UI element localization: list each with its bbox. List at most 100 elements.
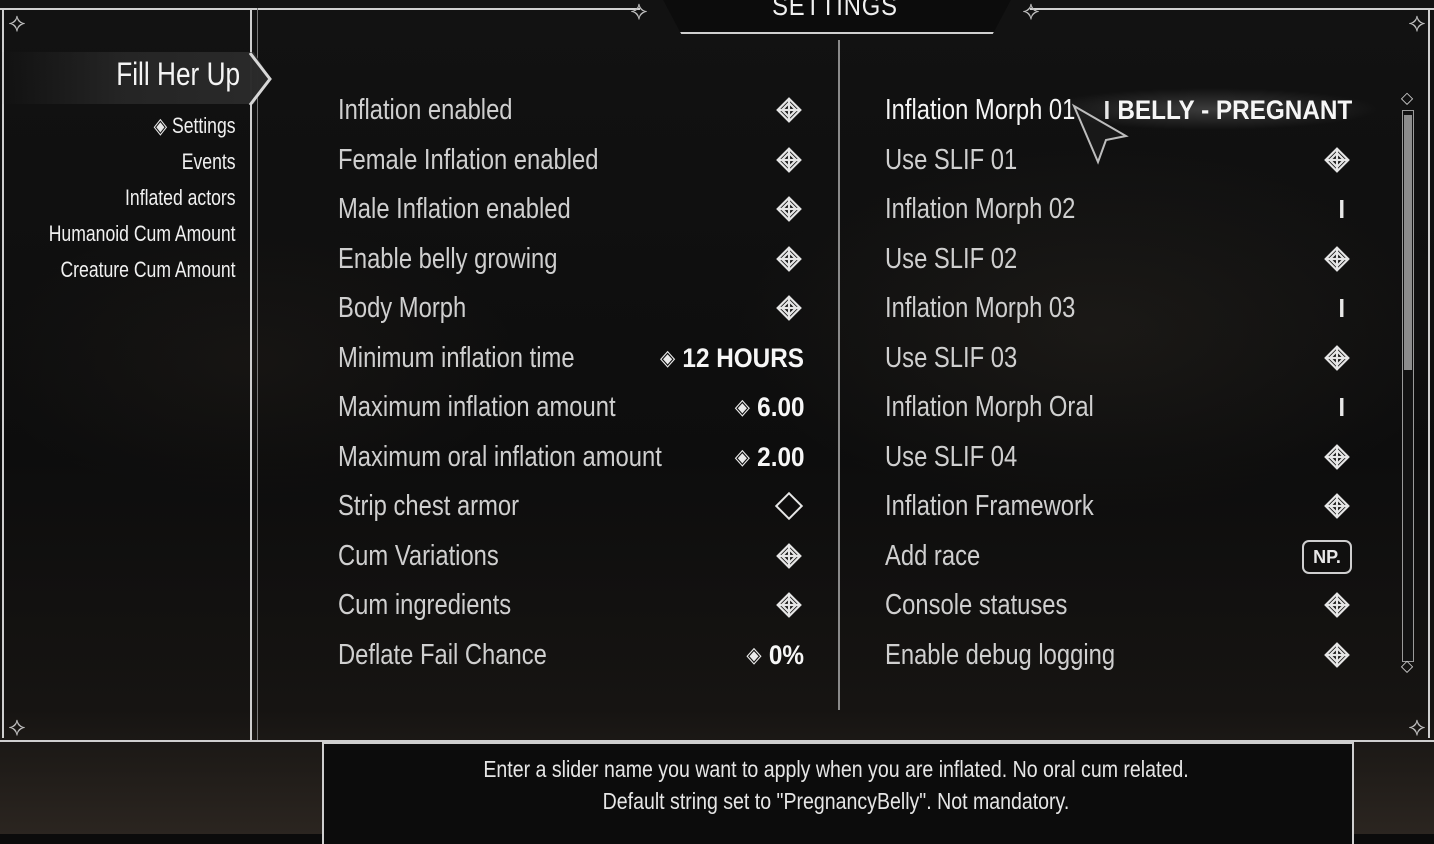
option-row[interactable]: Enable debug logging xyxy=(885,633,1352,677)
knot-checkbox-checked-icon[interactable] xyxy=(1322,590,1352,620)
option-row[interactable]: Strip chest armor xyxy=(338,484,804,528)
knot-selector-icon: ◈ xyxy=(154,113,168,138)
knot-checkbox-checked-icon[interactable] xyxy=(774,541,804,571)
column-divider xyxy=(838,40,840,710)
option-label: Female Inflation enabled xyxy=(338,143,599,176)
option-label: Maximum inflation amount xyxy=(338,391,616,423)
option-row[interactable]: Minimum inflation time ◈ 12 HOURS xyxy=(338,336,804,380)
title-ornament-right: ⟡ xyxy=(1022,0,1040,26)
frame-right xyxy=(1428,8,1430,738)
knot-checkbox-checked-icon[interactable] xyxy=(774,145,804,175)
knot-checkbox-checked-icon[interactable] xyxy=(1322,343,1352,373)
option-row[interactable]: Add race NP. xyxy=(885,534,1352,578)
page-item-label: Humanoid Cum Amount xyxy=(49,221,236,246)
slider-arrows-icon: ◈ xyxy=(734,394,750,419)
text-input-value[interactable]: I xyxy=(1338,385,1352,429)
slider-value[interactable]: ◈ 2.00 xyxy=(734,435,804,479)
knot-checkbox-checked-icon[interactable] xyxy=(774,244,804,274)
knot-checkbox-checked-icon[interactable] xyxy=(1322,145,1352,175)
option-label: Cum Variations xyxy=(338,539,499,572)
slider-value[interactable]: ◈ 12 HOURS xyxy=(660,336,804,380)
diamond-checkbox-empty-icon[interactable] xyxy=(774,491,804,521)
slider-arrows-icon: ◈ xyxy=(734,443,750,469)
page-item-label: Events xyxy=(182,149,236,174)
knot-checkbox-checked-icon[interactable] xyxy=(774,95,804,125)
option-row[interactable]: Console statuses xyxy=(885,583,1352,627)
page-item[interactable]: Events xyxy=(49,146,236,182)
option-row[interactable]: Female Inflation enabled xyxy=(338,138,804,182)
mod-title[interactable]: Fill Her Up xyxy=(116,56,240,93)
option-label: Inflation Morph Oral xyxy=(885,391,1094,423)
mouse-pointer-icon xyxy=(1071,103,1129,165)
option-row[interactable]: Enable belly growing xyxy=(338,237,804,281)
option-row[interactable]: Use SLIF 04 xyxy=(885,435,1352,479)
corner-ornament-bottom-right: ⟡ xyxy=(1408,712,1426,742)
option-label: Cum ingredients xyxy=(338,589,512,621)
option-label: Use SLIF 03 xyxy=(885,341,1018,374)
option-label: Maximum oral inflation amount xyxy=(338,440,662,473)
option-row[interactable]: Body Morph xyxy=(338,286,804,330)
knot-checkbox-checked-icon[interactable] xyxy=(1322,640,1352,670)
option-row[interactable]: Inflation Morph 02 I xyxy=(885,187,1352,231)
option-value-text: 6.00 xyxy=(756,392,804,422)
page-item-label: Settings xyxy=(172,113,236,138)
option-row[interactable]: Inflation Framework xyxy=(885,484,1352,528)
page-item[interactable]: ◈ Settings xyxy=(49,110,236,146)
option-row[interactable]: Inflation enabled xyxy=(338,88,804,132)
knot-checkbox-checked-icon[interactable] xyxy=(1322,491,1352,521)
keymap-badge[interactable]: NP. xyxy=(1302,539,1352,574)
option-label: Use SLIF 02 xyxy=(885,242,1018,275)
option-row[interactable]: Deflate Fail Chance ◈ 0% xyxy=(338,633,804,677)
option-row[interactable]: Cum ingredients xyxy=(338,583,804,627)
option-row[interactable]: Inflation Morph Oral I xyxy=(885,385,1352,429)
option-label: Enable debug logging xyxy=(885,638,1116,671)
option-label: Use SLIF 01 xyxy=(885,143,1018,176)
scrollbar-thumb[interactable] xyxy=(1404,115,1412,370)
corner-ornament-top-right: ⟡ xyxy=(1408,8,1426,38)
info-text-line-1: Enter a slider name you want to apply wh… xyxy=(483,756,1189,782)
text-cursor-icon: I xyxy=(1338,392,1345,422)
knot-checkbox-checked-icon[interactable] xyxy=(774,293,804,323)
option-value-text: BELLY - PREGNANT xyxy=(1117,95,1352,125)
option-row[interactable]: Maximum oral inflation amount ◈ 2.00 xyxy=(338,435,804,479)
title-ornament-left: ⟡ xyxy=(630,0,648,26)
page-list: ◈ Settings Events Inflated actors Humanoid C… xyxy=(2,110,236,290)
frame-top-left xyxy=(0,8,640,10)
mod-tab-arrow xyxy=(248,52,272,106)
corner-ornament-top-left: ⟡ xyxy=(8,8,26,38)
option-row[interactable]: Use SLIF 03 xyxy=(885,336,1352,380)
option-label: Strip chest armor xyxy=(338,490,520,522)
text-cursor-icon: I xyxy=(1338,194,1345,224)
text-input-value[interactable]: I xyxy=(1338,187,1352,231)
knot-checkbox-checked-icon[interactable] xyxy=(1322,244,1352,274)
scroll-up-icon[interactable]: ◇ xyxy=(1398,88,1416,107)
knot-checkbox-checked-icon[interactable] xyxy=(1322,442,1352,472)
page-item[interactable]: Creature Cum Amount xyxy=(49,254,236,290)
slider-value[interactable]: ◈ 0% xyxy=(746,633,804,677)
page-item[interactable]: Inflated actors xyxy=(49,182,236,218)
page-item-label: Creature Cum Amount xyxy=(60,257,236,282)
info-text-line-2: Default string set to "PregnancyBelly". … xyxy=(602,788,1070,814)
option-value-text: 2.00 xyxy=(756,441,804,472)
scroll-down-icon[interactable]: ◇ xyxy=(1398,656,1416,675)
option-row[interactable]: Maximum inflation amount ◈ 6.00 xyxy=(338,385,804,429)
slider-arrows-icon: ◈ xyxy=(746,641,762,667)
slider-value[interactable]: ◈ 6.00 xyxy=(734,385,804,429)
option-row[interactable]: Male Inflation enabled xyxy=(338,187,804,231)
option-row[interactable]: Inflation Morph 03 I xyxy=(885,286,1352,330)
knot-checkbox-checked-icon[interactable] xyxy=(774,194,804,224)
corner-ornament-bottom-left: ⟡ xyxy=(8,712,26,742)
text-cursor-icon: I xyxy=(1338,293,1345,323)
option-label: Add race xyxy=(885,539,981,572)
option-row[interactable]: Cum Variations xyxy=(338,534,804,578)
option-label: Inflation Morph 02 xyxy=(885,193,1076,225)
option-row[interactable]: Use SLIF 02 xyxy=(885,237,1352,281)
frame-bottom xyxy=(0,740,1434,742)
option-label: Minimum inflation time xyxy=(338,341,575,374)
page-item[interactable]: Humanoid Cum Amount xyxy=(49,218,236,254)
text-input-value[interactable]: I BELLY - PREGNANT xyxy=(1103,88,1352,132)
option-label: Inflation Morph 03 xyxy=(885,292,1076,324)
knot-checkbox-checked-icon[interactable] xyxy=(774,590,804,620)
option-label: Inflation enabled xyxy=(338,94,513,126)
text-input-value[interactable]: I xyxy=(1338,286,1352,330)
